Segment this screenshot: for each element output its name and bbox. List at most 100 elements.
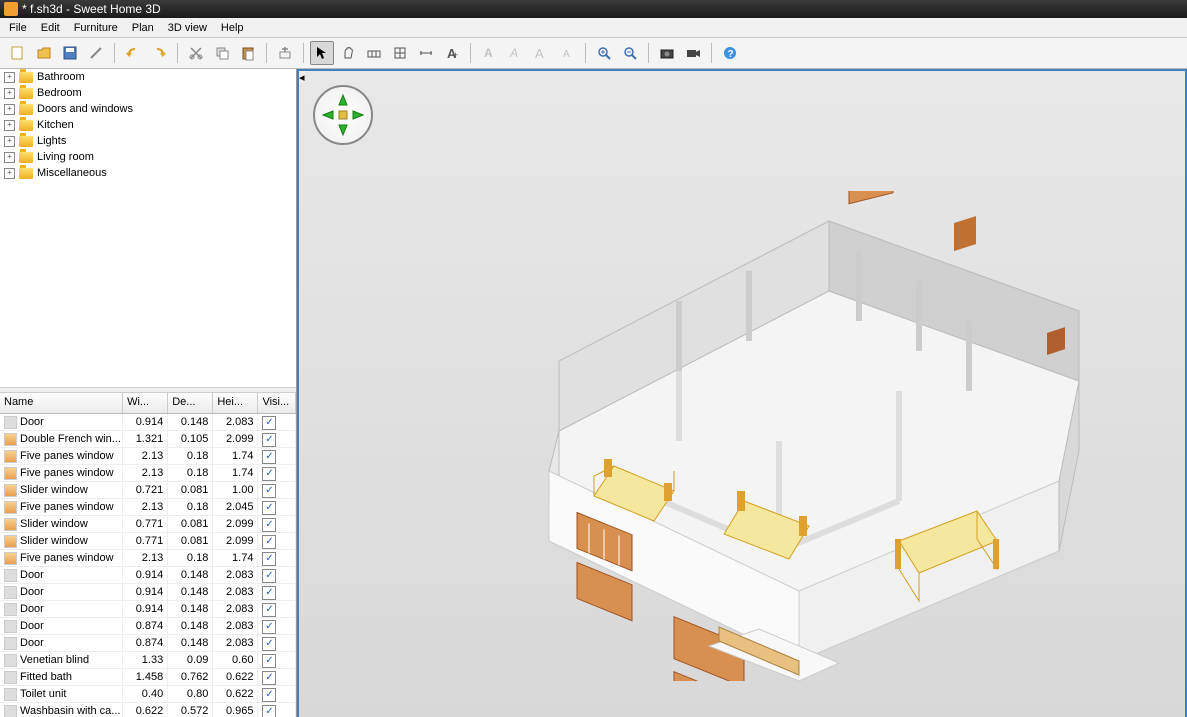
pan-tool-button[interactable]	[336, 41, 360, 65]
visibility-checkbox[interactable]: ✓	[262, 603, 276, 617]
svg-text:A: A	[535, 46, 544, 61]
item-thumb-icon	[4, 416, 17, 429]
expand-icon[interactable]: +	[4, 72, 15, 83]
expand-icon[interactable]: +	[4, 120, 15, 131]
add-furniture-button[interactable]	[273, 41, 297, 65]
navigation-compass[interactable]	[313, 85, 373, 145]
col-depth[interactable]: De...	[168, 393, 213, 413]
table-row[interactable]: Door0.9140.1482.083✓	[0, 601, 296, 618]
menu-file[interactable]: File	[2, 20, 34, 36]
create-photo-button[interactable]	[655, 41, 679, 65]
table-row[interactable]: Double French win...1.3210.1052.099✓	[0, 431, 296, 448]
visibility-checkbox[interactable]: ✓	[262, 518, 276, 532]
cell-height: 0.622	[213, 669, 258, 685]
list-body[interactable]: Door0.9140.1482.083✓Double French win...…	[0, 414, 296, 717]
text-italic-button[interactable]: A	[503, 41, 527, 65]
visibility-checkbox[interactable]: ✓	[262, 705, 276, 717]
vertical-splitter-grip[interactable]: ◂	[299, 71, 305, 83]
decrease-text-button[interactable]: A	[555, 41, 579, 65]
menu-plan[interactable]: Plan	[125, 20, 161, 36]
table-row[interactable]: Fitted bath1.4580.7620.622✓	[0, 669, 296, 686]
expand-icon[interactable]: +	[4, 168, 15, 179]
text-bold-button[interactable]: A	[477, 41, 501, 65]
table-row[interactable]: Five panes window2.130.181.74✓	[0, 550, 296, 567]
catalog-category[interactable]: +Miscellaneous	[0, 165, 296, 181]
catalog-category[interactable]: +Kitchen	[0, 117, 296, 133]
catalog-category[interactable]: +Lights	[0, 133, 296, 149]
zoom-in-button[interactable]	[592, 41, 616, 65]
col-width[interactable]: Wi...	[123, 393, 168, 413]
menu-3d-view[interactable]: 3D view	[161, 20, 214, 36]
create-text-button[interactable]: A+	[440, 41, 464, 65]
select-tool-button[interactable]	[310, 41, 334, 65]
cell-height: 2.099	[213, 516, 258, 532]
expand-icon[interactable]: +	[4, 104, 15, 115]
catalog-category[interactable]: +Bathroom	[0, 69, 296, 85]
help-button[interactable]: ?	[718, 41, 742, 65]
table-row[interactable]: Venetian blind1.330.090.60✓	[0, 652, 296, 669]
table-row[interactable]: Slider window0.7710.0812.099✓	[0, 516, 296, 533]
visibility-checkbox[interactable]: ✓	[262, 586, 276, 600]
undo-button[interactable]	[121, 41, 145, 65]
table-row[interactable]: Five panes window2.130.181.74✓	[0, 465, 296, 482]
visibility-checkbox[interactable]: ✓	[262, 569, 276, 583]
table-row[interactable]: Slider window0.7710.0812.099✓	[0, 533, 296, 550]
new-button[interactable]	[6, 41, 30, 65]
cell-name: Door	[0, 601, 123, 617]
visibility-checkbox[interactable]: ✓	[262, 535, 276, 549]
cut-button[interactable]	[184, 41, 208, 65]
menu-help[interactable]: Help	[214, 20, 251, 36]
visibility-checkbox[interactable]: ✓	[262, 637, 276, 651]
table-row[interactable]: Door0.9140.1482.083✓	[0, 414, 296, 431]
col-name[interactable]: Name	[0, 393, 123, 413]
create-rooms-button[interactable]	[388, 41, 412, 65]
visibility-checkbox[interactable]: ✓	[262, 688, 276, 702]
catalog-category[interactable]: +Doors and windows	[0, 101, 296, 117]
create-dimensions-button[interactable]	[414, 41, 438, 65]
increase-text-button[interactable]: A	[529, 41, 553, 65]
visibility-checkbox[interactable]: ✓	[262, 552, 276, 566]
table-row[interactable]: Toilet unit0.400.800.622✓	[0, 686, 296, 703]
visibility-checkbox[interactable]: ✓	[262, 654, 276, 668]
table-row[interactable]: Slider window0.7210.0811.00✓	[0, 482, 296, 499]
table-row[interactable]: Door0.9140.1482.083✓	[0, 567, 296, 584]
catalog-category[interactable]: + Living room	[0, 149, 296, 165]
col-height[interactable]: Hei...	[213, 393, 258, 413]
expand-icon[interactable]: +	[4, 152, 15, 163]
furniture-catalog[interactable]: +Bathroom+Bedroom+Doors and windows+Kitc…	[0, 69, 296, 387]
expand-icon[interactable]: +	[4, 88, 15, 99]
visibility-checkbox[interactable]: ✓	[262, 416, 276, 430]
zoom-out-button[interactable]	[618, 41, 642, 65]
visibility-checkbox[interactable]: ✓	[262, 671, 276, 685]
folder-icon	[19, 104, 33, 115]
table-row[interactable]: Door0.9140.1482.083✓	[0, 584, 296, 601]
col-visible[interactable]: Visi...	[258, 393, 296, 413]
table-row[interactable]: Washbasin with ca...0.6220.5720.965✓	[0, 703, 296, 717]
cell-width: 0.914	[123, 414, 168, 430]
copy-button[interactable]	[210, 41, 234, 65]
menu-edit[interactable]: Edit	[34, 20, 67, 36]
table-row[interactable]: Five panes window2.130.182.045✓	[0, 499, 296, 516]
redo-button[interactable]	[147, 41, 171, 65]
visibility-checkbox[interactable]: ✓	[262, 433, 276, 447]
open-button[interactable]	[32, 41, 56, 65]
expand-icon[interactable]: +	[4, 136, 15, 147]
table-row[interactable]: Five panes window2.130.181.74✓	[0, 448, 296, 465]
table-row[interactable]: Door0.8740.1482.083✓	[0, 618, 296, 635]
menu-furniture[interactable]: Furniture	[67, 20, 125, 36]
table-row[interactable]: Door0.8740.1482.083✓	[0, 635, 296, 652]
paste-button[interactable]	[236, 41, 260, 65]
visibility-checkbox[interactable]: ✓	[262, 467, 276, 481]
preferences-button[interactable]	[84, 41, 108, 65]
cell-width: 2.13	[123, 499, 168, 515]
visibility-checkbox[interactable]: ✓	[262, 450, 276, 464]
3d-viewport[interactable]: ◂	[297, 69, 1187, 717]
create-video-button[interactable]	[681, 41, 705, 65]
create-walls-button[interactable]	[362, 41, 386, 65]
visibility-checkbox[interactable]: ✓	[262, 484, 276, 498]
visibility-checkbox[interactable]: ✓	[262, 501, 276, 515]
save-button[interactable]	[58, 41, 82, 65]
category-label: Living room	[37, 151, 94, 163]
visibility-checkbox[interactable]: ✓	[262, 620, 276, 634]
catalog-category[interactable]: +Bedroom	[0, 85, 296, 101]
